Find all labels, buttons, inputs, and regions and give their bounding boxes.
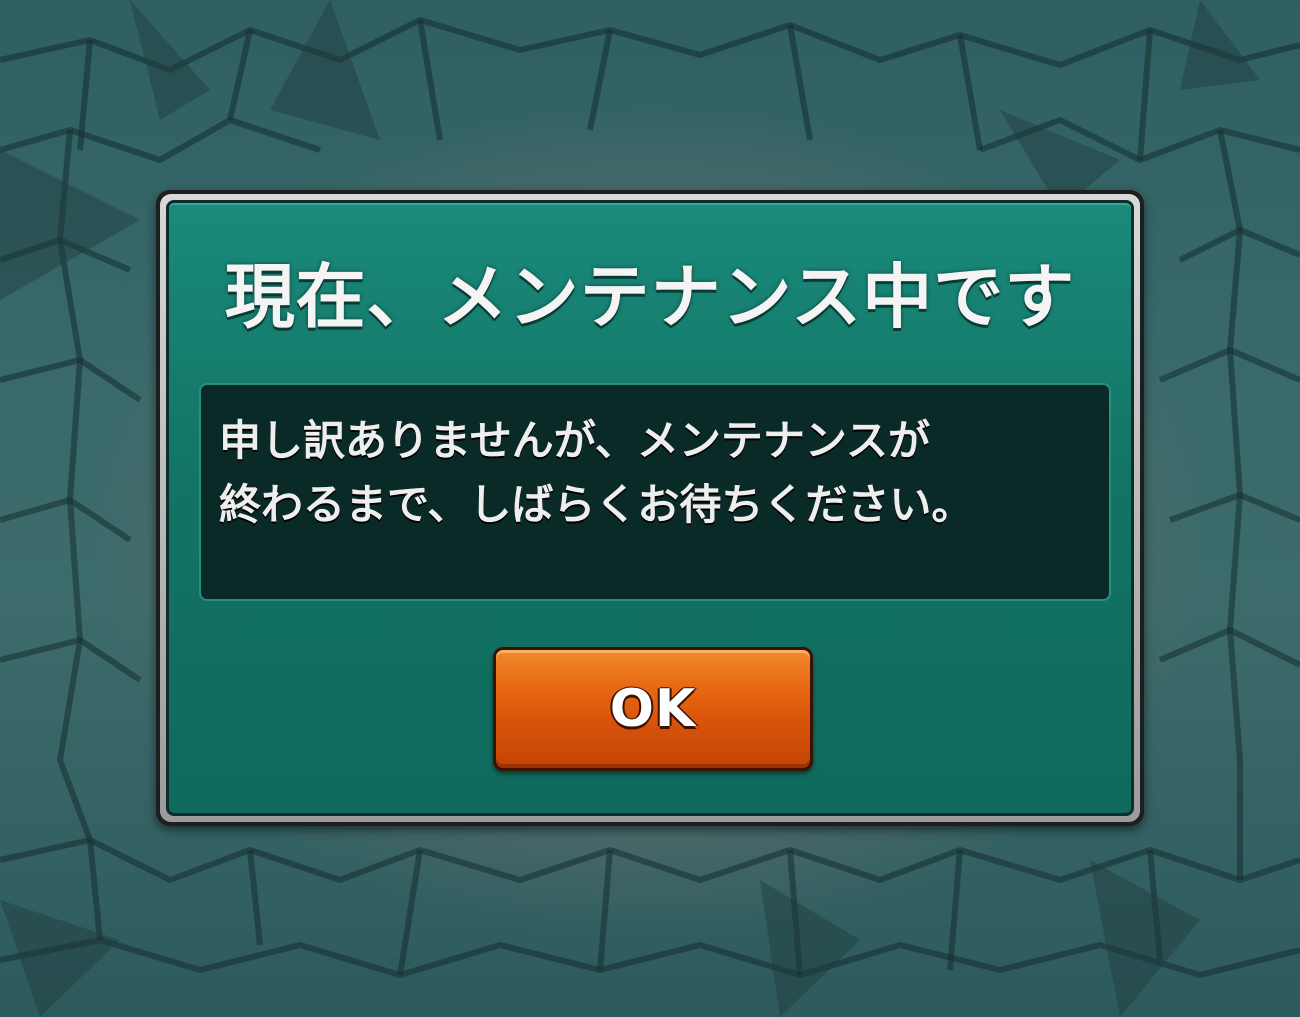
message-line-2: 終わるまで、しばらくお待ちください。 (219, 480, 974, 529)
ok-button[interactable]: OK (493, 647, 813, 771)
dialog-title: 現在、メンテナンス中です (224, 256, 1076, 338)
message-box: 申し訳ありませんが、メンテナンスが 終わるまで、しばらくお待ちください。 (199, 383, 1111, 601)
maintenance-dialog: 現在、メンテナンス中です 申し訳ありませんが、メンテナンスが 終わるまで、しばら… (156, 190, 1144, 826)
game-screen: 現在、メンテナンス中です 申し訳ありませんが、メンテナンスが 終わるまで、しばら… (0, 0, 1300, 1017)
dialog-panel: 現在、メンテナンス中です 申し訳ありませんが、メンテナンスが 終わるまで、しばら… (166, 200, 1134, 816)
dialog-message: 申し訳ありませんが、メンテナンスが 終わるまで、しばらくお待ちください。 (219, 409, 1091, 537)
dialog-frame: 現在、メンテナンス中です 申し訳ありませんが、メンテナンスが 終わるまで、しばら… (160, 194, 1140, 822)
ok-button-label: OK (609, 679, 697, 739)
message-line-1: 申し訳ありませんが、メンテナンスが (219, 416, 931, 465)
